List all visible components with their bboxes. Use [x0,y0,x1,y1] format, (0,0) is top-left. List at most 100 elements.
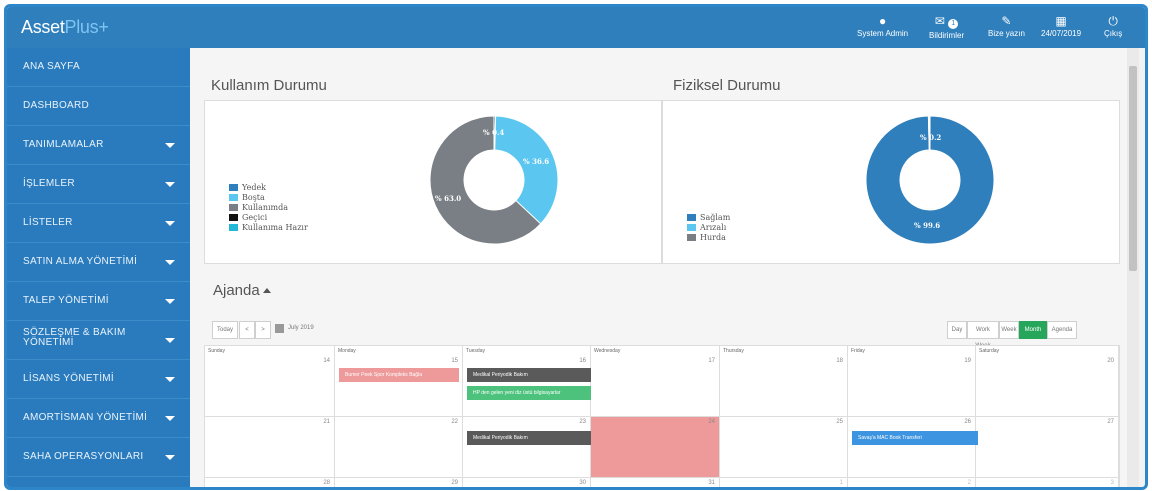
calendar-icon[interactable] [275,324,284,333]
logo-main: Asset [21,17,65,37]
notifications-button[interactable]: ✉ 1 Bildirimler [929,15,964,40]
logout-label: Çıkış [1104,29,1123,38]
day-cell[interactable]: 28 [205,478,335,487]
day-cell[interactable]: 31 [591,478,720,487]
app-logo[interactable]: AssetPlus+ [21,17,109,38]
day-cell[interactable]: 21 [205,417,335,478]
logo-plus: Plus+ [64,17,109,37]
date-label: 24/07/2019 [1041,29,1082,38]
scrollbar-thumb[interactable] [1129,66,1137,271]
legend-swatch [687,214,696,221]
day-cell[interactable]: 25 [720,417,848,478]
prev-button[interactable]: < [239,321,255,339]
month-label: July 2019 [288,325,314,331]
slice-label: % 99.6 [914,221,941,230]
chevron-down-icon [165,416,175,421]
sidebar-item-label: SAHA OPERASYONLARI [23,451,144,462]
calendar-event[interactable]: Medikal Periyodik Bakım [467,368,591,382]
month-calendar: Sunday Monday Tuesday Wednesday Thursday… [204,345,1120,487]
day-cell[interactable]: 17 [591,356,720,417]
sidebar-item-lisans[interactable]: LİSANS YÖNETİMİ [7,360,190,399]
date-display: ▦ 24/07/2019 [1041,15,1081,38]
view-week-button[interactable]: Week [999,321,1019,339]
legend-label: Hurda [700,233,726,242]
sidebar-item-listeler[interactable]: LİSTELER [7,204,190,243]
sidebar-item-tanimlamalar[interactable]: TANIMLAMALAR [7,126,190,165]
weekday-header: Thursday [720,346,848,356]
day-cell[interactable]: 29 [335,478,463,487]
sidebar-item-label-line2: YÖNETİMİ [23,337,74,348]
day-number: 2 [967,480,971,486]
calendar-event[interactable]: HP den gelen yeni diz üstü bilgisayarlar [467,386,591,400]
today-button[interactable]: Today [212,321,238,339]
view-month-button[interactable]: Month [1019,321,1047,339]
legend-swatch [687,234,696,241]
day-cell[interactable]: 3 [976,478,1119,487]
day-cell[interactable]: 26 [848,417,976,478]
day-number: 25 [836,419,843,425]
app-window: AssetPlus+ ● System Admin ✉ 1 Bildirimle… [4,4,1148,490]
user-menu[interactable]: ● System Admin [857,15,908,38]
sidebar-item-dashboard[interactable]: DASHBOARD [7,87,190,126]
legend-swatch [229,224,238,231]
legend-label: Kullanımda [242,203,289,212]
slice-label: % 36.6 [523,157,550,166]
day-cell[interactable]: 15 [335,356,463,417]
day-cell[interactable]: 23 [463,417,591,478]
sidebar-item-satin-alma[interactable]: SATIN ALMA YÖNETİMİ [7,243,190,282]
day-cell[interactable]: 1 [720,478,848,487]
user-icon: ● [878,14,887,28]
sidebar-item-islemler[interactable]: İŞLEMLER [7,165,190,204]
legend-swatch [229,184,238,191]
usage-legend: Yedek Boşta Kullanımda Geçici Kullanıma … [229,183,308,233]
day-number: 31 [708,480,715,486]
contact-label: Bize yazın [988,29,1025,38]
sidebar-item-amortisman[interactable]: AMORTİSMAN YÖNETİMİ [7,399,190,438]
notifications-label: Bildirimler [929,31,965,40]
chevron-down-icon [165,299,175,304]
sidebar-item-sozlesme-bakim[interactable]: SÖZLEŞME & BAKIM YÖNETİMİ [7,321,190,360]
day-cell[interactable]: 22 [335,417,463,478]
weekday-header: Wednesday [591,346,720,356]
day-cell-today[interactable]: 24 [591,417,720,478]
day-cell[interactable]: 30 [463,478,591,487]
collapse-icon [262,288,271,293]
day-number: 19 [964,358,971,364]
view-day-button[interactable]: Day [947,321,967,339]
logout-button[interactable]: ⏻ Çıkış [1104,15,1122,38]
sidebar-item-label: ANA SAYFA [23,61,80,72]
next-button[interactable]: > [255,321,271,339]
slice-label: % 0.4 [483,128,505,137]
day-number: 27 [1107,419,1114,425]
sidebar-item-label: LİSANS YÖNETİMİ [23,373,115,384]
view-agenda-button[interactable]: Agenda [1047,321,1077,339]
usage-title: Kullanım Durumu [211,77,327,94]
sidebar-item-talep[interactable]: TALEP YÖNETİMİ [7,282,190,321]
agenda-title[interactable]: Ajanda [213,282,271,299]
page-scrollbar[interactable] [1127,48,1139,487]
day-cell[interactable]: 19 [848,356,976,417]
day-cell[interactable]: 20 [976,356,1119,417]
calendar-event[interactable]: Savaş'a MAC Book Transferi [852,431,978,445]
day-number: 3 [1110,480,1114,486]
contact-button[interactable]: ✎ Bize yazın [988,15,1025,38]
sidebar-item-label: SÖZLEŞME & BAKIM YÖNETİMİ [23,328,126,348]
day-number: 24 [708,419,715,425]
day-cell[interactable]: 2 [848,478,976,487]
legend-label: Sağlam [700,213,731,222]
day-number: 17 [708,358,715,364]
sidebar-item-ana-sayfa[interactable]: ANA SAYFA [7,48,190,87]
legend-label: Geçici [242,213,268,222]
day-cell[interactable]: 14 [205,356,335,417]
sidebar-item-label: LİSTELER [23,217,73,228]
view-work-week-button[interactable]: Work Week [967,321,999,349]
calendar-event[interactable]: Medikal Periyodik Bakım [467,431,591,445]
day-cell[interactable]: 18 [720,356,848,417]
legend-item: Geçici [229,213,308,223]
calendar-event[interactable]: Bumer Peek Spor Kompleks Bağla [339,368,459,382]
legend-item: Boşta [229,193,308,203]
sidebar-item-saha-operasyonlari[interactable]: SAHA OPERASYONLARI [7,438,190,477]
day-cell[interactable]: 27 [976,417,1119,478]
legend-swatch [229,194,238,201]
chevron-down-icon [165,260,175,265]
